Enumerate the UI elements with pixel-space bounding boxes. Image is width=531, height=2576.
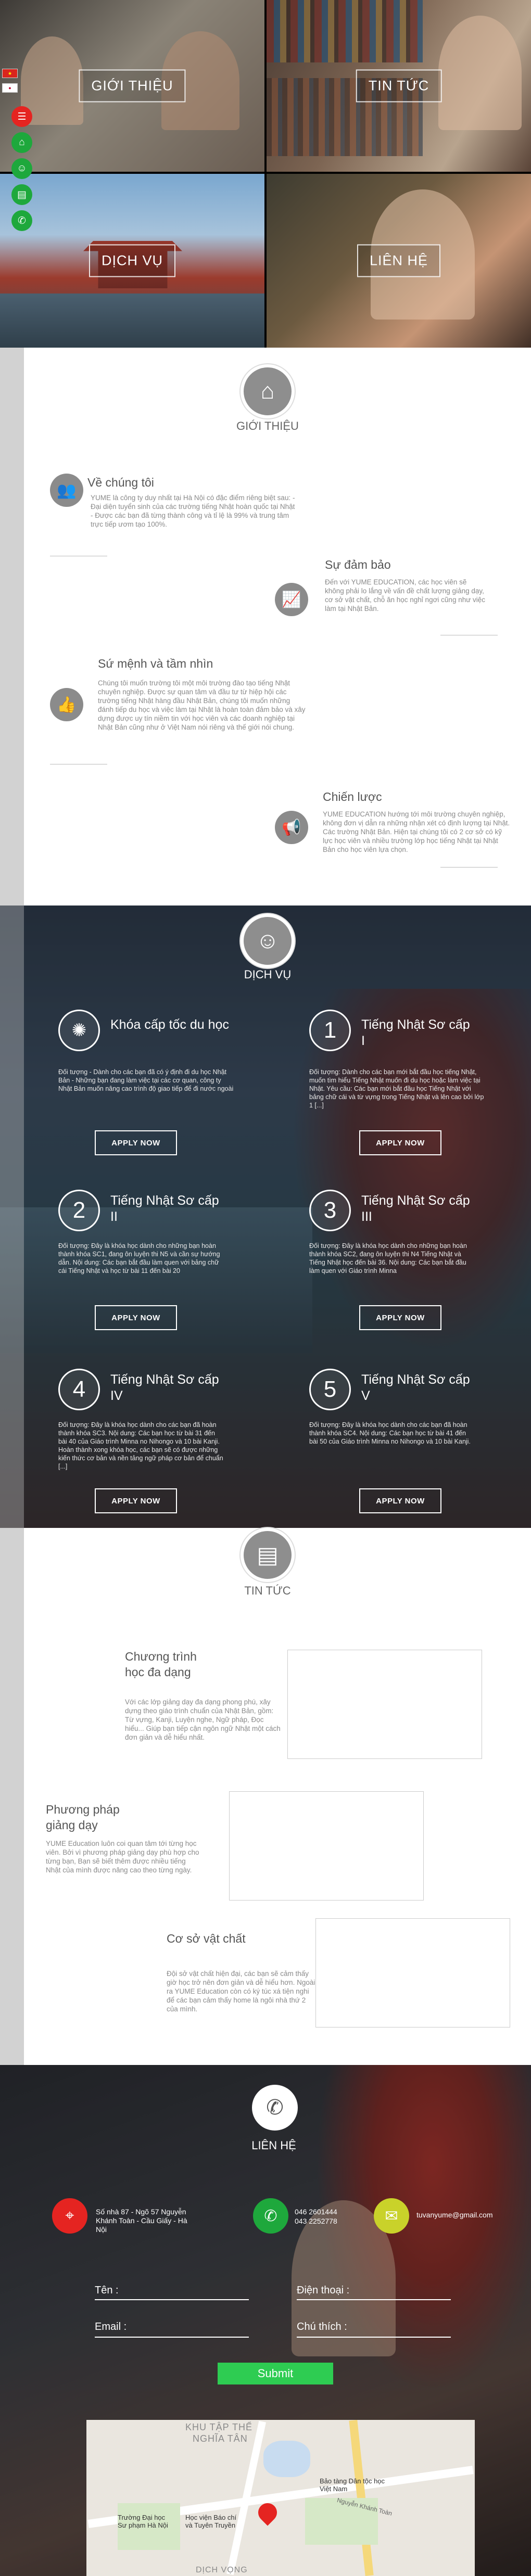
left-bar xyxy=(0,1528,24,2065)
tile-contact[interactable]: LIÊN HỆ xyxy=(267,174,531,348)
contact-title: LIÊN HỆ xyxy=(251,2139,296,2152)
service-text: Đối tượng - Dành cho các bạn đã có ý địn… xyxy=(58,1068,234,1092)
document-icon[interactable]: ▤ xyxy=(11,184,32,205)
phone-icon: ✆ xyxy=(252,2085,298,2131)
news-text: YUME Education luôn coi quan tâm tới từn… xyxy=(46,1840,199,1874)
support-icon: ☺ xyxy=(241,914,295,968)
number-badge: 2 xyxy=(58,1190,100,1231)
service-heading: Tiếng Nhật Sơ cấp III xyxy=(361,1193,470,1224)
number-badge: 4 xyxy=(58,1369,100,1410)
about-text: Chúng tôi muốn trường tôi một môi trường… xyxy=(98,679,306,731)
apply-now-button[interactable]: APPLY NOW xyxy=(95,1488,177,1513)
apply-now-button[interactable]: APPLY NOW xyxy=(359,1488,441,1513)
tile-services[interactable]: DỊCH VỤ xyxy=(0,174,264,348)
news-image-1[interactable] xyxy=(287,1650,482,1759)
left-bar xyxy=(0,348,24,906)
news-image-2[interactable] xyxy=(229,1791,424,1901)
service-heading: Tiếng Nhật Sơ cấp IV xyxy=(110,1372,219,1403)
map-poi: Trường Đại học Sư phạm Hà Nội xyxy=(118,2514,168,2529)
email-input[interactable] xyxy=(95,2337,249,2338)
location-icon: ⌖ xyxy=(52,2198,87,2234)
apply-now-button[interactable]: APPLY NOW xyxy=(95,1305,177,1330)
tile-about-label: GIỚI THIỆU xyxy=(79,69,186,103)
service-text: Đối tượng: Dành cho các bạn mới bắt đầu … xyxy=(309,1068,484,1109)
service-heading: Khóa cấp tốc du học xyxy=(110,1017,229,1032)
phone-input[interactable] xyxy=(297,2299,451,2300)
service-text: Đối tượng: Đây là khóa học dành cho nhữn… xyxy=(58,1242,220,1274)
news-title: TIN TỨC xyxy=(244,1584,291,1597)
megaphone-icon: 📢 xyxy=(275,811,308,844)
number-badge: 3 xyxy=(309,1190,351,1231)
map-poi: Học viện Báo chí và Tuyên Truyền xyxy=(185,2514,237,2529)
submit-button[interactable]: Submit xyxy=(218,2363,333,2384)
about-heading: Về chúng tôi xyxy=(87,476,154,489)
email-text: tuvanyume@gmail.com xyxy=(416,2211,493,2219)
menu-icon[interactable]: ☰ xyxy=(11,106,32,127)
tile-news[interactable]: TIN TỨC xyxy=(267,0,531,172)
map-area-label: DỊCH VỌNG xyxy=(196,2566,248,2574)
hero-section: GIỚI THIỆU TIN TỨC DỊCH VỤ LIÊN HỆ ★ ● ☰… xyxy=(0,0,531,348)
phone-1-text: 046 2601444 xyxy=(295,2208,337,2216)
tile-services-label: DỊCH VỤ xyxy=(88,244,176,277)
phone-icon[interactable]: ✆ xyxy=(11,210,32,231)
about-text: YUME là công ty duy nhất tại Hà Nội có đ… xyxy=(91,494,295,528)
news-heading: Phương pháp giảng dạy xyxy=(46,1803,120,1832)
apply-now-button[interactable]: APPLY NOW xyxy=(359,1305,441,1330)
home-icon: ⌂ xyxy=(241,364,295,418)
note-input[interactable] xyxy=(297,2337,451,2338)
about-text: Đến với YUME EDUCATION, các học viên sẽ … xyxy=(325,578,486,613)
about-heading: Sứ mệnh và tầm nhìn xyxy=(98,657,213,670)
service-text: Đối tượng: Đây là khóa học dành cho các … xyxy=(58,1421,223,1470)
mail-icon: ✉ xyxy=(374,2198,409,2234)
news-heading: Cơ sở vật chất xyxy=(167,1932,246,1945)
document-icon: ▤ xyxy=(241,1528,295,1582)
about-heading: Chiến lược xyxy=(323,790,382,804)
phone-label: Điện thoại : xyxy=(297,2285,350,2296)
number-badge: 5 xyxy=(309,1369,351,1410)
note-label: Chú thích : xyxy=(297,2321,347,2332)
news-heading: Chương trình học đa dạng xyxy=(125,1650,197,1679)
map[interactable]: KHU TẬP THỂ NGHĨA TÂN Bảo tàng Dân tộc h… xyxy=(86,2420,475,2576)
sunburst-icon: ✺ xyxy=(58,1010,100,1051)
tile-about[interactable]: GIỚI THIỆU xyxy=(0,0,264,172)
user-icon[interactable]: ☺ xyxy=(11,158,32,179)
about-title: GIỚI THIỆU xyxy=(236,419,299,432)
service-heading: Tiếng Nhật Sơ cấp II xyxy=(110,1193,219,1224)
email-label: Email : xyxy=(95,2321,127,2332)
thumbs-up-icon: 👍 xyxy=(50,688,83,721)
tile-contact-label: LIÊN HỆ xyxy=(357,244,441,277)
apply-now-button[interactable]: APPLY NOW xyxy=(359,1130,441,1155)
name-input[interactable] xyxy=(95,2299,249,2300)
map-area-label: NGHĨA TÂN xyxy=(193,2433,248,2444)
service-text: Đối tượng: Đây là khóa học dành cho nhữn… xyxy=(309,1242,467,1274)
service-heading: Tiếng Nhật Sơ cấp V xyxy=(361,1372,470,1403)
service-text: Đối tượng: Đây là khóa học dành cho các … xyxy=(309,1421,471,1445)
services-title: DỊCH VỤ xyxy=(244,968,292,981)
number-badge: 1 xyxy=(309,1010,351,1051)
address-text: Số nhà 87 - Ngõ 57 Nguyễn Khánh Toàn - C… xyxy=(96,2208,187,2234)
name-label: Tên : xyxy=(95,2285,119,2296)
news-text: Đội sở vật chất hiện đại, các bạn sẽ cảm… xyxy=(167,1970,315,2013)
vn-flag-icon[interactable]: ★ xyxy=(2,69,18,78)
news-image-3[interactable] xyxy=(315,1918,510,2027)
apply-now-button[interactable]: APPLY NOW xyxy=(95,1130,177,1155)
map-poi: Bảo tàng Dân tộc học Việt Nam xyxy=(320,2477,385,2493)
about-text: YUME EDUCATION hướng tới môi trường chuy… xyxy=(323,810,510,853)
news-text: Với các lớp giảng dạy đa dạng phong phú,… xyxy=(125,1698,281,1741)
about-heading: Sự đảm bảo xyxy=(325,558,391,571)
home-icon[interactable]: ⌂ xyxy=(11,132,32,153)
phone-icon: ✆ xyxy=(253,2198,288,2234)
team-icon: 👥 xyxy=(50,474,83,507)
service-heading: Tiếng Nhật Sơ cấp I xyxy=(361,1017,470,1048)
chart-icon: 📈 xyxy=(275,583,308,616)
divider xyxy=(440,867,498,868)
map-area-label: KHU TẬP THỂ xyxy=(185,2422,253,2432)
jp-flag-icon[interactable]: ● xyxy=(2,83,18,93)
tile-news-label: TIN TỨC xyxy=(356,69,442,103)
phone-2-text: 043 2252778 xyxy=(295,2217,337,2225)
